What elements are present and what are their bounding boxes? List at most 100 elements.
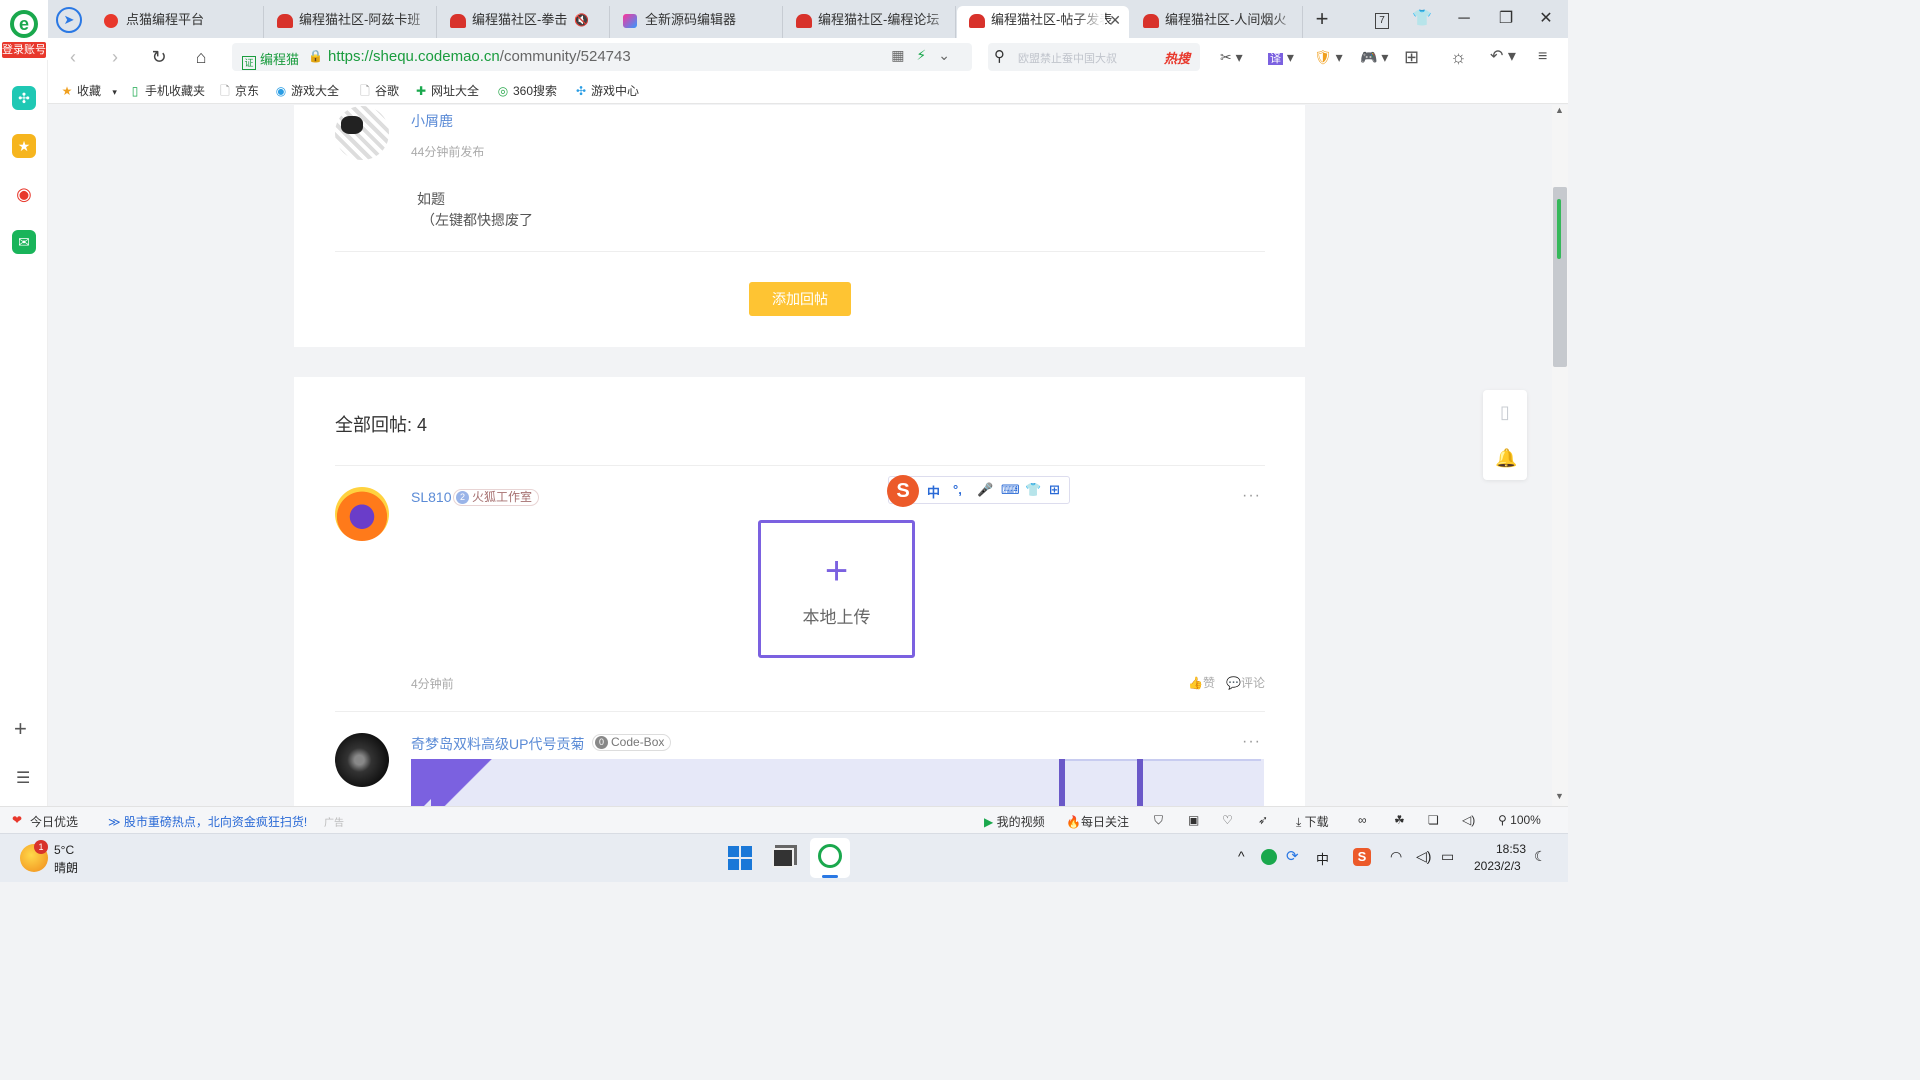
browser-taskbar-button[interactable] — [810, 838, 850, 878]
list-icon[interactable]: ☰ — [16, 768, 30, 788]
add-sidebar-icon[interactable]: + — [14, 716, 27, 742]
minimize-button[interactable]: ─ — [1444, 6, 1484, 32]
author-avatar[interactable] — [335, 106, 389, 160]
download-button[interactable]: ⤓ 下载 — [1296, 813, 1329, 830]
leaf-icon[interactable]: ☘ — [1394, 813, 1405, 827]
sogou-logo-icon[interactable]: S — [887, 475, 919, 507]
cert-badge[interactable]: 证编程猫 — [242, 49, 299, 70]
bookmark-jd[interactable]: 🗋 京东 — [218, 82, 259, 100]
clock-time[interactable]: 18:53 — [1496, 842, 1526, 856]
firefox-avatar[interactable] — [335, 487, 389, 541]
my-video[interactable]: ▶ 我的视频 — [984, 813, 1045, 830]
search-box[interactable]: ⚲ 欧盟禁止蚕中国大叔 热搜 — [988, 43, 1200, 71]
address-actions[interactable]: ▦⚡⌄ — [891, 47, 962, 64]
reply-avatar[interactable] — [335, 733, 389, 787]
gamepad-sidebar-icon[interactable]: ✣ — [12, 86, 36, 110]
shield-icon[interactable]: ⛉ — [1154, 813, 1163, 828]
favorites-sidebar-icon[interactable]: ★ — [12, 134, 36, 158]
like-button[interactable]: 👍赞 — [1188, 674, 1215, 691]
tab-7[interactable]: 编程猫社区-人间烟火 — [1131, 6, 1303, 38]
today-picks[interactable]: 今日优选 — [30, 813, 78, 830]
forward-icon[interactable]: › — [102, 44, 128, 70]
add-reply-button[interactable]: 添加回帖 — [749, 282, 851, 316]
reply-author[interactable]: SL810 — [411, 489, 451, 505]
undo-icon[interactable]: ↶ ▾ — [1490, 45, 1516, 69]
hot-search-label[interactable]: 热搜 — [1164, 48, 1190, 67]
mail-icon[interactable]: ✉ — [12, 230, 36, 254]
brightness-icon[interactable]: ☼ — [1450, 45, 1467, 69]
bell-icon[interactable]: 🔔 — [1495, 448, 1517, 468]
rocket-icon[interactable]: ➶ — [1258, 813, 1268, 827]
game-controller-icon[interactable]: 🎮 ▾ — [1360, 45, 1388, 69]
notification-icon[interactable]: ☾ — [1534, 848, 1547, 865]
bookmark-google[interactable]: 🗋 谷歌 — [358, 82, 399, 100]
bookmark-game-center[interactable]: ✣ 游戏中心 — [574, 82, 639, 100]
weather-temp[interactable]: 5°C — [54, 843, 74, 857]
glasses-icon[interactable]: ∞ — [1358, 813, 1367, 827]
bookmark-mobile[interactable]: ▯ 手机收藏夹 — [128, 82, 205, 100]
wifi-icon[interactable]: ◠ — [1390, 848, 1402, 865]
tab-2[interactable]: 编程猫社区-阿兹卡班 — [265, 6, 437, 38]
scroll-up-icon[interactable]: ▲ — [1555, 105, 1564, 115]
bookmark-favorites[interactable]: ★ 收藏 ▾ — [60, 82, 117, 100]
studio-tag[interactable]: 2 火狐工作室 — [453, 489, 540, 506]
ime-skin-icon[interactable]: 👕 — [1025, 482, 1041, 498]
bookmark-url-directory[interactable]: ✚ 网址大全 — [414, 82, 479, 100]
home-icon[interactable]: ⌂ — [188, 44, 214, 70]
sogou-tray-icon[interactable]: S — [1353, 848, 1371, 866]
tab-6-active[interactable]: 编程猫社区-帖子发表 ✕ — [957, 6, 1129, 38]
refresh-icon[interactable]: ↻ — [146, 44, 172, 70]
tray-chevron-icon[interactable]: ^ — [1238, 848, 1245, 864]
navigation-icon[interactable]: ➤ — [56, 7, 82, 33]
microphone-icon[interactable]: 🎤 — [977, 482, 993, 498]
tray-sync-icon[interactable]: ⟳ — [1286, 847, 1299, 865]
bookmark-games[interactable]: ◉ 游戏大全 — [274, 82, 339, 100]
local-upload-button[interactable]: + 本地上传 — [758, 520, 915, 658]
apps-grid-icon[interactable]: ⊞ — [1404, 45, 1419, 69]
translate-icon[interactable]: 译 ▾ — [1268, 45, 1294, 69]
new-tab-button[interactable]: + — [1302, 6, 1342, 32]
scissors-icon[interactable]: ✂ ▾ — [1220, 45, 1243, 69]
scroll-down-icon[interactable]: ▼ — [1555, 791, 1564, 801]
restore-button[interactable]: ❐ — [1486, 6, 1526, 32]
ime-chinese-mode[interactable]: 中 — [927, 482, 940, 501]
post-author[interactable]: 小屑鹿 — [411, 111, 453, 131]
tab-3[interactable]: 编程猫社区-拳击 🔇 — [438, 6, 610, 38]
reply-author[interactable]: 奇梦岛双料高级UP代号贡菊 — [411, 734, 584, 754]
comment-button[interactable]: 💬评论 — [1226, 674, 1265, 691]
health-icon[interactable]: ♡ — [1222, 813, 1233, 827]
scrollbar[interactable]: ▲ ▼ — [1552, 105, 1568, 806]
clock-date[interactable]: 2023/2/3 — [1474, 859, 1521, 873]
studio-tag[interactable]: 0 Code-Box — [592, 734, 672, 751]
battery-icon[interactable]: ▭ — [1441, 848, 1454, 865]
bookmark-360[interactable]: ◎ 360搜索 — [496, 82, 557, 100]
more-options-icon[interactable]: ··· — [1242, 487, 1261, 505]
keyboard-icon[interactable]: ⌨ — [1001, 482, 1020, 498]
sogou-ime-toolbar[interactable]: S 中 °, 🎤 ⌨ 👕 ⊞ — [887, 475, 1070, 507]
more-options-icon[interactable]: ··· — [1242, 733, 1261, 751]
lightning-icon[interactable]: ⚡ — [916, 47, 938, 63]
image-icon[interactable]: ▣ — [1188, 813, 1199, 827]
url-text[interactable]: https://shequ.codemao.cn/community/52474… — [328, 48, 631, 65]
mute-icon[interactable]: 🔇 — [574, 6, 589, 34]
ime-punctuation-icon[interactable]: °, — [953, 482, 962, 497]
tray-app-icon[interactable] — [1261, 849, 1277, 865]
address-bar[interactable]: 证编程猫 🔒 https://shequ.codemao.cn/communit… — [232, 43, 972, 71]
window-icon[interactable]: ❏ — [1428, 813, 1439, 827]
reply-image[interactable] — [411, 759, 1264, 806]
daily-follow[interactable]: 🔥每日关注 — [1066, 813, 1129, 830]
browser-logo[interactable]: e 登录账号 — [0, 0, 48, 60]
tab-5[interactable]: 编程猫社区-编程论坛 — [784, 6, 956, 38]
back-icon[interactable]: ‹ — [60, 44, 86, 70]
dropdown-icon[interactable]: ▾ — [112, 87, 117, 97]
tab-count-button[interactable]: 7 — [1362, 6, 1402, 32]
windows-start-icon[interactable] — [728, 846, 752, 870]
sound-icon[interactable]: ◁) — [1462, 813, 1475, 827]
qr-code-icon[interactable]: ▦ — [891, 47, 916, 63]
close-window-button[interactable]: ✕ — [1526, 6, 1566, 32]
tab-1[interactable]: 点猫编程平台 — [92, 6, 264, 38]
chevron-down-icon[interactable]: ⌄ — [938, 47, 962, 63]
skin-icon[interactable]: 👕 — [1402, 6, 1442, 32]
tab-4[interactable]: 全新源码编辑器 — [611, 6, 783, 38]
task-view-icon[interactable] — [772, 848, 794, 868]
